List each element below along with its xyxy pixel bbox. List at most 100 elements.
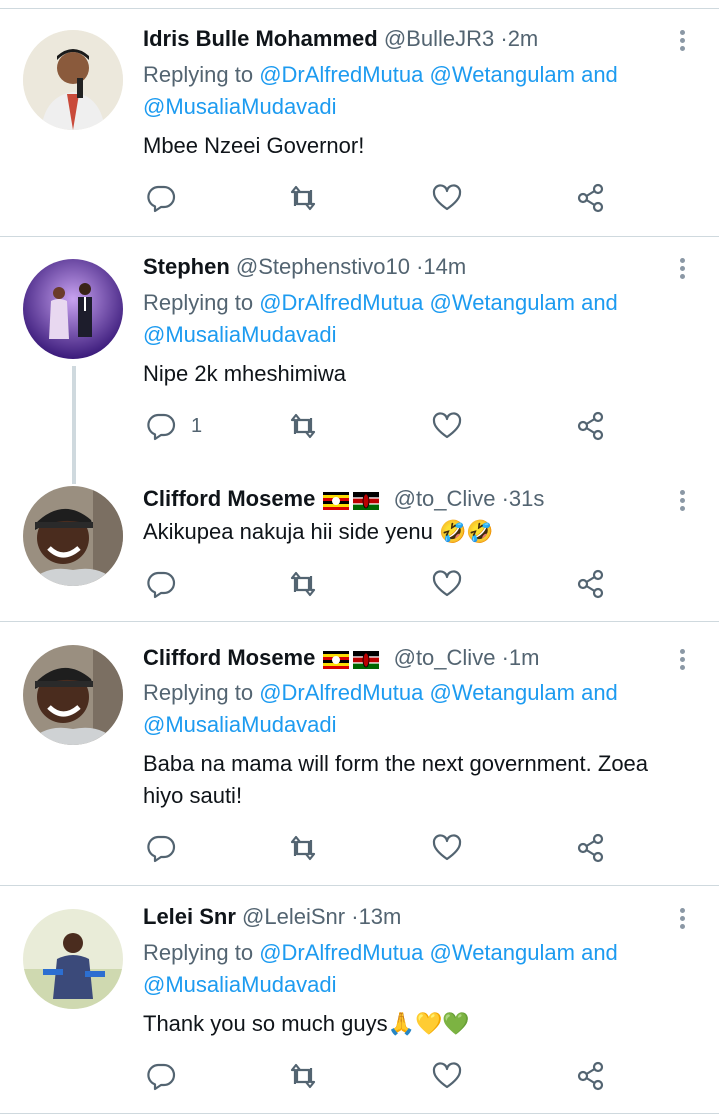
author-name[interactable]: Lelei Snr [143, 904, 236, 929]
timestamp[interactable]: 2m [508, 26, 539, 51]
share-button[interactable] [575, 178, 607, 218]
share-button[interactable] [575, 406, 607, 446]
like-button[interactable] [431, 178, 463, 218]
like-icon [432, 834, 462, 861]
author-handle[interactable]: @BulleJR3 [384, 26, 494, 51]
retweet-button[interactable] [287, 178, 319, 218]
separator-dot: · [351, 904, 359, 929]
retweet-icon [290, 413, 316, 439]
tweet-idris[interactable]: Idris Bulle Mohammed @BulleJR3 ·2m Reply… [0, 0, 719, 236]
like-button[interactable] [431, 828, 463, 868]
author-name[interactable]: Clifford Moseme [143, 486, 315, 511]
share-icon [577, 183, 604, 213]
author-name[interactable]: Clifford Moseme [143, 645, 315, 670]
share-icon [577, 569, 604, 599]
like-icon [432, 570, 462, 597]
tweet-stephen[interactable]: Stephen @Stephenstivo10 ·14m Replying to… [0, 236, 719, 484]
author-name[interactable]: Idris Bulle Mohammed [143, 26, 378, 51]
avatar[interactable] [23, 30, 123, 130]
timestamp[interactable]: 31s [509, 486, 544, 511]
and-others-link[interactable]: and [581, 680, 618, 705]
tweet-text: Nipe 2k mheshimiwa [143, 361, 346, 386]
timestamp[interactable]: 13m [359, 904, 402, 929]
tweet-clifford-thread[interactable]: Clifford Moseme @to_Clive ·31s Akikupea … [0, 462, 719, 621]
and-others-link[interactable]: and [581, 940, 618, 965]
mention-link[interactable]: @Wetangulam [430, 680, 575, 705]
mention-link[interactable]: @Wetangulam [430, 62, 575, 87]
more-icon[interactable] [672, 905, 692, 935]
flag-emojis [323, 644, 383, 674]
tweet-text: Mbee Nzeei Governor! [143, 133, 365, 158]
flag-emojis [323, 485, 383, 515]
mention-link[interactable]: @DrAlfredMutua [259, 290, 423, 315]
replying-to: Replying to @DrAlfredMutua @Wetangulam a… [143, 287, 618, 319]
like-button[interactable] [431, 406, 463, 446]
separator-dot: · [501, 486, 509, 511]
author-handle[interactable]: @Stephenstivo10 [236, 254, 410, 279]
reply-icon [147, 413, 176, 441]
share-icon [577, 1061, 604, 1091]
separator-dot: · [500, 26, 508, 51]
uganda-flag-icon [323, 492, 350, 511]
like-button[interactable] [431, 1056, 463, 1096]
reply-icon [147, 835, 176, 863]
share-button[interactable] [575, 564, 607, 604]
kenya-flag-icon [353, 651, 380, 670]
avatar[interactable] [23, 909, 123, 1009]
uganda-flag-icon [323, 651, 350, 670]
mention-link[interactable]: @Wetangulam [430, 290, 575, 315]
author-handle[interactable]: @LeleiSnr [242, 904, 345, 929]
author-name[interactable]: Stephen [143, 254, 230, 279]
tweet-text-line: Baba na mama will form the next governme… [143, 751, 649, 776]
reply-button[interactable]: 1 [145, 406, 202, 446]
replying-to: Replying to @DrAlfredMutua @Wetangulam a… [143, 59, 618, 91]
avatar[interactable] [23, 645, 123, 745]
mention-link[interactable]: @DrAlfredMutua [259, 940, 423, 965]
action-bar: 1 [143, 406, 663, 446]
reply-button[interactable] [145, 178, 191, 218]
replying-to: Replying to @DrAlfredMutua @Wetangulam a… [143, 677, 618, 709]
author-handle[interactable]: @to_Clive [394, 645, 496, 670]
avatar[interactable] [23, 259, 123, 359]
more-icon[interactable] [672, 27, 692, 57]
timestamp[interactable]: 14m [423, 254, 466, 279]
mention-link[interactable]: @MusaliaMudavadi [143, 972, 337, 997]
separator-dot: · [501, 645, 509, 670]
mention-link[interactable]: @MusaliaMudavadi [143, 322, 337, 347]
share-button[interactable] [575, 1056, 607, 1096]
reply-icon [147, 1063, 176, 1091]
retweet-button[interactable] [287, 1056, 319, 1096]
retweet-button[interactable] [287, 828, 319, 868]
retweet-icon [290, 185, 316, 211]
replying-label: Replying to [143, 940, 254, 965]
kenya-flag-icon [353, 492, 380, 511]
reply-button[interactable] [145, 828, 191, 868]
more-icon[interactable] [672, 255, 692, 285]
share-icon [577, 411, 604, 441]
reply-icon [147, 571, 176, 599]
mention-link[interactable]: @MusaliaMudavadi [143, 712, 337, 737]
and-others-link[interactable]: and [581, 62, 618, 87]
action-bar [143, 828, 663, 868]
avatar[interactable] [23, 486, 123, 586]
more-icon[interactable] [672, 487, 692, 517]
tweet-lelei[interactable]: Lelei Snr @LeleiSnr ·13m Replying to @Dr… [0, 885, 719, 1115]
author-handle[interactable]: @to_Clive [394, 486, 496, 511]
mention-link[interactable]: @Wetangulam [430, 940, 575, 965]
tweet-clifford[interactable]: Clifford Moseme @to_Clive ·1m Replying t… [0, 621, 719, 885]
mention-link[interactable]: @DrAlfredMutua [259, 680, 423, 705]
retweet-icon [290, 571, 316, 597]
retweet-button[interactable] [287, 564, 319, 604]
timestamp[interactable]: 1m [509, 645, 540, 670]
reply-button[interactable] [145, 1056, 191, 1096]
more-icon[interactable] [672, 646, 692, 676]
mention-link[interactable]: @DrAlfredMutua [259, 62, 423, 87]
tweet-text-line: hiyo sauti! [143, 783, 243, 808]
share-button[interactable] [575, 828, 607, 868]
and-others-link[interactable]: and [581, 290, 618, 315]
retweet-button[interactable] [287, 406, 319, 446]
reply-button[interactable] [145, 564, 191, 604]
mention-link[interactable]: @MusaliaMudavadi [143, 94, 337, 119]
like-button[interactable] [431, 564, 463, 604]
like-icon [432, 184, 462, 211]
